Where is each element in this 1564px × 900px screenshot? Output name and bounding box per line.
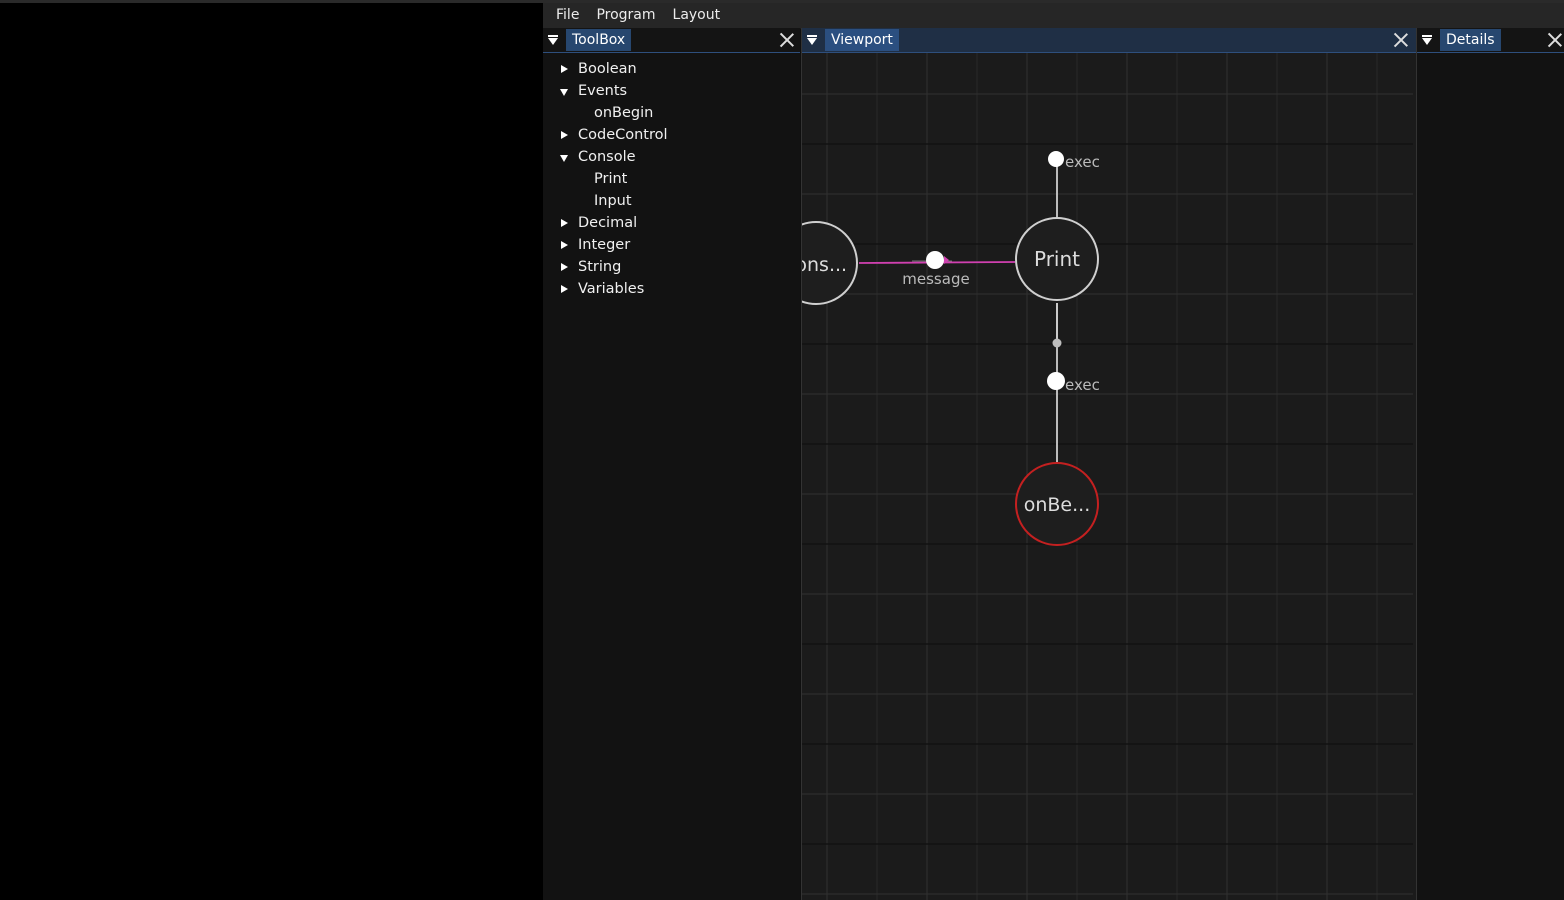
viewport-tab-label: Viewport — [825, 29, 899, 51]
exec-out-pin[interactable] — [1047, 372, 1065, 390]
tree-category-label: Events — [578, 83, 628, 99]
node-const[interactable]: cons... — [802, 221, 858, 305]
viewport-tabbar: Viewport — [802, 28, 1416, 53]
tree-item-label: Input — [594, 193, 632, 209]
exec-out-label: exec — [1065, 376, 1100, 394]
menu-program[interactable]: Program — [588, 3, 663, 28]
menu-layout[interactable]: Layout — [665, 3, 729, 28]
tree-item-label: onBegin — [594, 105, 654, 121]
toolbox-tab[interactable]: ToolBox — [543, 29, 632, 51]
expanded-arrow-icon[interactable] — [560, 155, 568, 162]
node-print-label: Print — [1034, 247, 1080, 271]
tree-category-label: Variables — [578, 281, 645, 297]
close-icon[interactable] — [1394, 33, 1408, 47]
details-tab-label: Details — [1440, 29, 1501, 51]
tree-category-label: Boolean — [578, 61, 637, 77]
editor-window: File Program Layout ToolBox Boolean Event… — [543, 0, 1564, 900]
toolbox-tab-label: ToolBox — [566, 29, 632, 51]
tree-category-label: Console — [578, 149, 636, 165]
toolbox-panel: ToolBox Boolean Events onBegin CodeControl C… — [543, 28, 800, 900]
top-edge — [0, 0, 543, 3]
details-panel: Details — [1417, 28, 1564, 900]
menu-file[interactable]: File — [548, 3, 587, 28]
collapsed-arrow-icon[interactable] — [561, 241, 568, 249]
node-const-label: cons... — [802, 254, 847, 276]
collapsed-arrow-icon[interactable] — [561, 65, 568, 73]
details-tabbar: Details — [1417, 28, 1564, 53]
reroute-point[interactable] — [1052, 338, 1062, 348]
close-icon[interactable] — [1548, 33, 1562, 47]
viewport-tab[interactable]: Viewport — [802, 29, 899, 51]
node-graph-svg[interactable]: cons... Print onBe... exec message exec — [802, 53, 1416, 900]
tree-item-label: Print — [594, 171, 628, 187]
node-print[interactable]: Print — [1015, 217, 1099, 301]
expanded-arrow-icon[interactable] — [560, 89, 568, 96]
exec-in-label: exec — [1065, 153, 1100, 171]
collapsed-arrow-icon[interactable] — [561, 285, 568, 293]
collapsed-arrow-icon[interactable] — [561, 263, 568, 271]
grid-lines — [802, 53, 1413, 900]
menu-bar: File Program Layout — [543, 3, 1564, 29]
node-onbegin-label: onBe... — [1024, 494, 1091, 516]
collapsed-arrow-icon[interactable] — [561, 219, 568, 227]
exec-in-pin[interactable] — [1048, 151, 1064, 167]
panel-menu-icon[interactable] — [1422, 35, 1440, 45]
node-graph-canvas[interactable]: cons... Print onBe... exec message exec — [802, 53, 1416, 900]
tree-category-label: Integer — [578, 237, 631, 253]
tree-category-label: CodeControl — [578, 127, 668, 143]
black-render-pane — [0, 0, 543, 900]
panel-menu-icon[interactable] — [548, 35, 566, 45]
viewport-panel: Viewport cons... — [801, 28, 1417, 900]
collapsed-arrow-icon[interactable] — [561, 131, 568, 139]
tree-category-label: Decimal — [578, 215, 638, 231]
close-icon[interactable] — [780, 33, 794, 47]
panel-menu-icon[interactable] — [807, 35, 825, 45]
toolbox-tabbar: ToolBox — [543, 28, 800, 53]
message-pin[interactable] — [926, 251, 944, 269]
message-label: message — [902, 270, 969, 288]
node-onbegin[interactable]: onBe... — [1015, 462, 1099, 546]
tree-category-label: String — [578, 259, 622, 275]
details-tab[interactable]: Details — [1417, 29, 1501, 51]
